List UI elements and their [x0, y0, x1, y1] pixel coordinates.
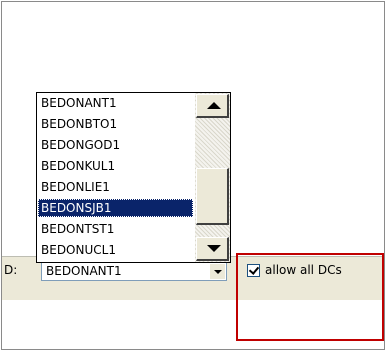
list-item[interactable]: BEDONANT1	[38, 94, 193, 112]
vertical-scrollbar[interactable]	[195, 93, 230, 262]
annotation-highlight-box	[236, 253, 384, 341]
combobox-dropdown-button[interactable]	[210, 264, 225, 279]
dc-combobox[interactable]: BEDONANT1	[41, 262, 227, 281]
list-item-selected[interactable]: BEDONSJB1	[38, 199, 193, 217]
list-item[interactable]: BEDONGOD1	[38, 136, 193, 154]
triangle-up-icon	[207, 102, 221, 109]
scrollbar-thumb[interactable]	[196, 168, 229, 225]
list-item[interactable]: BEDONLIE1	[38, 178, 193, 196]
list-item[interactable]: BEDONTST1	[38, 220, 193, 238]
list-item[interactable]: BEDONBTO1	[38, 115, 193, 133]
triangle-down-icon	[207, 245, 221, 252]
list-item[interactable]: BEDONKUL1	[38, 157, 193, 175]
scroll-down-button[interactable]	[196, 237, 229, 261]
field-label: D:	[4, 263, 18, 277]
list-item[interactable]: BEDONUCL1	[38, 241, 193, 259]
scroll-up-button[interactable]	[196, 94, 229, 118]
dropdown-list[interactable]: BEDONANT1 BEDONBTO1 BEDONGOD1 BEDONKUL1 …	[36, 92, 231, 263]
combobox-value: BEDONANT1	[46, 264, 122, 278]
chevron-down-icon	[214, 270, 222, 274]
